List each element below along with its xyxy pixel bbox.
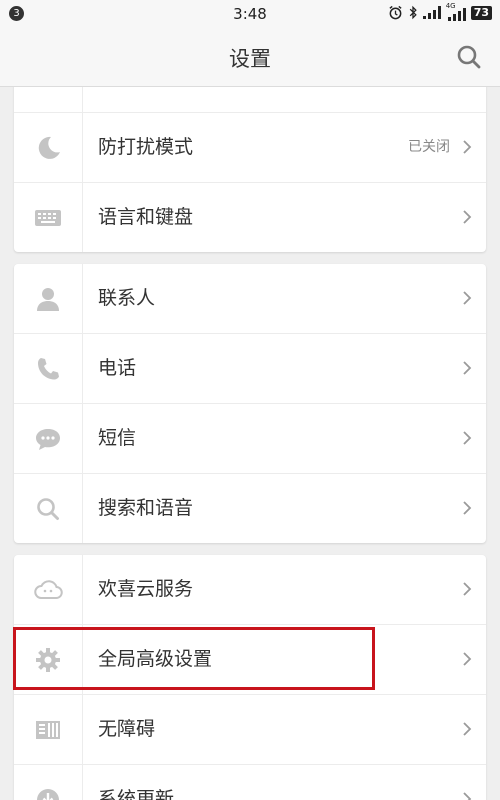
contact-icon [37, 287, 59, 311]
search-icon [37, 497, 59, 520]
settings-item-system-update[interactable]: 系统更新 [14, 765, 486, 800]
settings-item-language-keyboard[interactable]: 语言和键盘 [14, 183, 486, 252]
chevron-right-icon [463, 652, 472, 666]
cloud-icon [34, 579, 63, 599]
search-button[interactable] [456, 44, 482, 70]
update-icon [37, 788, 59, 800]
signal-icon [422, 6, 441, 19]
bluetooth-icon [409, 5, 417, 20]
settings-item-accessibility[interactable]: 无障碍 [14, 695, 486, 765]
accessibility-icon [36, 720, 60, 739]
settings-item-do-not-disturb[interactable]: 防打扰模式 已关闭 [14, 113, 486, 183]
settings-item-label: 短信 [98, 427, 137, 449]
status-bar: 3 3:48 4G 73 [0, 0, 500, 28]
status-icons: 4G 73 [388, 2, 492, 21]
settings-item-label: 电话 [98, 357, 137, 379]
settings-item-global-advanced[interactable]: 全局高级设置 [14, 625, 486, 695]
network-4g-indicator: 4G [446, 2, 466, 21]
settings-item-label: 联系人 [98, 287, 156, 309]
settings-item-label: 搜索和语音 [98, 497, 194, 519]
moon-icon [38, 136, 60, 159]
settings-item-phone[interactable]: 电话 [14, 334, 486, 404]
settings-item-messages[interactable]: 短信 [14, 404, 486, 474]
page-title: 设置 [229, 47, 271, 71]
chevron-right-icon [463, 501, 472, 515]
settings-group-3: 欢喜云服务 全局高级设置 无障碍 系统更新 [14, 555, 486, 800]
settings-item-contacts[interactable]: 联系人 [14, 264, 486, 334]
keyboard-icon [35, 209, 61, 226]
settings-item-label: 欢喜云服务 [98, 578, 194, 600]
settings-item-label: 语言和键盘 [98, 206, 194, 228]
settings-item-label: 全局高级设置 [98, 648, 213, 670]
battery-indicator: 73 [470, 5, 492, 20]
settings-item-label: 无障碍 [98, 718, 156, 740]
signal-icon-2 [447, 8, 466, 21]
settings-item-value: 已关闭 [408, 139, 450, 155]
chevron-right-icon [463, 361, 472, 375]
phone-icon [38, 357, 59, 379]
chevron-right-icon [463, 210, 472, 224]
settings-group-2: 联系人 电话 短信 搜索和语音 [14, 264, 486, 543]
chevron-right-icon [463, 291, 472, 305]
chevron-right-icon [463, 582, 472, 596]
chevron-right-icon [463, 140, 472, 154]
header: 设置 [0, 28, 500, 87]
settings-group-1: 防打扰模式 已关闭 语言和键盘 [14, 87, 486, 252]
chevron-right-icon [463, 792, 472, 800]
settings-item-cloud-service[interactable]: 欢喜云服务 [14, 555, 486, 625]
chevron-right-icon [463, 722, 472, 736]
gear-icon [36, 647, 60, 672]
settings-item-partial[interactable] [14, 87, 486, 113]
chevron-right-icon [463, 431, 472, 445]
settings-item-search-voice[interactable]: 搜索和语音 [14, 474, 486, 543]
message-icon [36, 428, 60, 450]
settings-item-label: 系统更新 [98, 788, 175, 800]
settings-item-label: 防打扰模式 [98, 136, 194, 158]
search-icon [457, 45, 481, 69]
settings-list[interactable]: 防打扰模式 已关闭 语言和键盘 联系人 电话 短信 搜索和语音 欢喜云服务 全局… [0, 87, 500, 800]
partial-icon [35, 87, 61, 91]
alarm-icon [389, 5, 402, 20]
